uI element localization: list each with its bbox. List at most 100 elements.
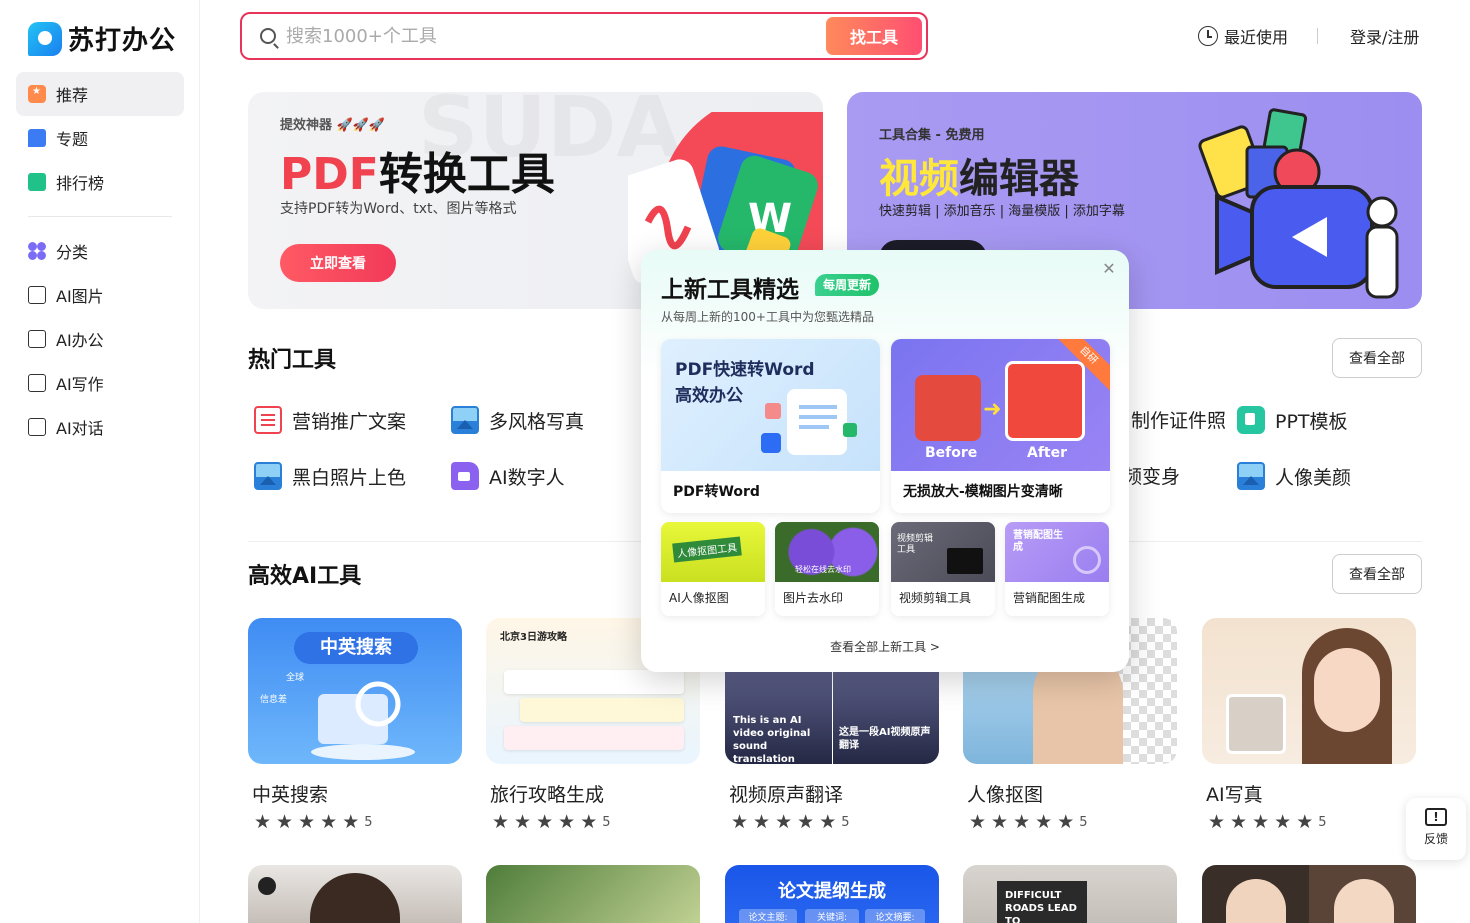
star-icon: ★ [753,811,771,833]
tool-card-bottom-2[interactable] [486,865,700,923]
login-register-link[interactable]: 登录/注册 [1350,24,1419,48]
star-icon: ★ [342,811,360,833]
clapperboard-icon [947,548,983,574]
tool-card-bottom-5[interactable] [1202,865,1416,923]
hot-tool-label: 营销推广文案 [292,410,407,433]
hot-see-all-button[interactable]: 查看全部 [1332,338,1422,378]
popup-card-video-editing[interactable]: 视频剪辑工具 视频剪辑工具 [891,522,995,616]
sidebar-item-recommend[interactable]: 推荐 [16,72,184,116]
tool-card-ai-portrait[interactable]: AI写真 ★ ★ ★ ★ ★ 5 [1202,618,1416,832]
digital-human-icon [451,462,479,490]
chat-icon [28,418,46,436]
feedback-button[interactable]: ! 反馈 [1406,798,1466,860]
sidebar-item-topics[interactable]: 专题 [16,116,184,160]
popup-card-marketing-image[interactable]: 营销配图生成 营销配图生成 [1005,522,1109,616]
logo-icon [28,21,62,56]
image-icon [254,462,282,490]
hot-tool-ppt-template[interactable]: PPT模板 [1237,406,1348,434]
search-button[interactable]: 找工具 [826,17,922,55]
search-input[interactable] [276,25,826,47]
hot-tool-label: 黑白照片上色 [292,466,407,489]
close-icon[interactable]: ✕ [1100,260,1118,278]
small-portrait [1226,694,1286,754]
sidebar-item-ai-office[interactable]: AI办公 [16,317,184,361]
hot-tool-colorize-photo[interactable]: 黑白照片上色 [254,462,406,490]
logo[interactable]: 苏打办公 [28,20,176,57]
sidebar-item-label: AI对话 [56,419,104,438]
ai-see-all-button[interactable]: 查看全部 [1332,554,1422,594]
sidebar-item-ai-image[interactable]: AI图片 [16,273,184,317]
pen-icon [28,374,46,392]
sidebar-item-label: AI办公 [56,331,104,350]
popup-card-upscale[interactable]: 自研 ➜ Before After 无损放大-模糊图片变清晰 [891,339,1110,513]
search-bar: 找工具 [240,12,928,60]
popup-title: 上新工具精选 [661,277,799,303]
logo-text: 苏打办公 [68,26,177,56]
star-icon: ★ [969,811,987,833]
rating-value: 5 [364,815,373,830]
image-icon [28,286,46,304]
star-icon: ★ [1274,811,1292,833]
feedback-icon: ! [1425,808,1447,826]
pdf-to-word-illustration [761,389,857,455]
tool-card-bottom-3[interactable]: 论文提纲生成 论文主题: 关键词: 论文摘要: [725,865,939,923]
star-icon: ★ [1035,811,1053,833]
popup-card-watermark-remove[interactable]: 轻松在线去水印 图片去水印 [775,522,879,616]
star-icon: ★ [1057,811,1075,833]
tool-card-bottom-4[interactable]: DIFFICULT ROADS LEAD TO [963,865,1177,923]
tool-card-bottom-1[interactable] [248,865,462,923]
card-rating: ★ ★ ★ ★ ★ 5 [486,813,700,832]
rating-value: 5 [1079,815,1088,830]
bookmark-icon [28,129,46,147]
hot-tool-portrait-beauty[interactable]: 人像美颜 [1237,462,1351,490]
thumb-text-cn: 这是一段AI视频原声翻译 [839,727,931,751]
rating-value: 5 [602,815,611,830]
sidebar-item-ranking[interactable]: 排行榜 [16,160,184,204]
view-now-button[interactable]: 立即查看 [280,244,396,282]
page: 苏打办公 推荐 专题 排行榜 分类 AI图片 [0,0,1470,923]
sidebar-item-ai-chat[interactable]: AI对话 [16,405,184,449]
card-thumbnail: 轻松在线去水印 [775,522,879,582]
star-icon: ★ [1208,811,1226,833]
sidebar-nav: 推荐 专题 排行榜 分类 AI图片 AI办公 [16,72,184,449]
popup-card-pdf-to-word[interactable]: PDF快速转Word 高效办公 PDF转Word [661,339,880,513]
recent-used-link[interactable]: 最近使用 [1198,24,1288,48]
search-icon [260,28,276,44]
header-divider [1317,28,1318,44]
card-rating: ★ ★ ★ ★ ★ 5 [725,813,939,832]
card-thumbnail: 自研 ➜ Before After [891,339,1110,471]
hot-tool-id-photo[interactable]: 制作证件照 [1126,406,1226,433]
star-icon: ★ [558,811,576,833]
star-icon: ★ [492,811,510,833]
sidebar-item-ai-writing[interactable]: AI写作 [16,361,184,405]
sidebar-item-label: 推荐 [56,86,89,105]
banner-title: PDF转换工具 [280,149,555,200]
card-thumbnail: 人像抠图工具 [661,522,765,582]
star-icon: ★ [775,811,793,833]
star-icon: ★ [1230,811,1248,833]
hot-tool-ai-digital-human[interactable]: AI数字人 [451,462,565,490]
hot-tool-label: 制作证件照 [1130,410,1226,432]
sidebar-item-categories[interactable]: 分类 [16,229,184,273]
hot-tool-multi-style-portrait[interactable]: 多风格写真 [451,406,584,434]
before-image [915,375,981,441]
popup-subtitle: 从每周上新的100+工具中为您甄选精品 [661,310,874,324]
star-badge-icon [28,85,46,103]
view-all-new-tools-link[interactable]: 查看全部上新工具 > [641,638,1129,655]
star-icon: ★ [797,811,815,833]
hot-tool-label: AI数字人 [489,466,565,489]
star-icon: ★ [276,811,294,833]
tool-card-cn-en-search[interactable]: 中英搜索 全球 信息差 中英搜索 ★ ★ ★ ★ ★ 5 [248,618,462,832]
card-thumbnail: 营销配图生成 [1005,522,1109,582]
card-thumbnail: 视频剪辑工具 [891,522,995,582]
sidebar-item-label: AI图片 [56,287,104,306]
popup-card-ai-portrait-cutout[interactable]: 人像抠图工具 AI人像抠图 [661,522,765,616]
card-label: 视频剪辑工具 [899,591,972,605]
hot-tool-label: PPT模板 [1275,410,1348,433]
search-illustration [311,681,415,760]
feedback-label: 反馈 [1423,832,1448,846]
thumb-title: 论文提纲生成 [778,881,886,902]
hot-tools-title: 热门工具 [248,348,337,373]
card-thumbnail [1202,618,1416,764]
hot-tool-marketing-copy[interactable]: 营销推广文案 [254,406,406,434]
